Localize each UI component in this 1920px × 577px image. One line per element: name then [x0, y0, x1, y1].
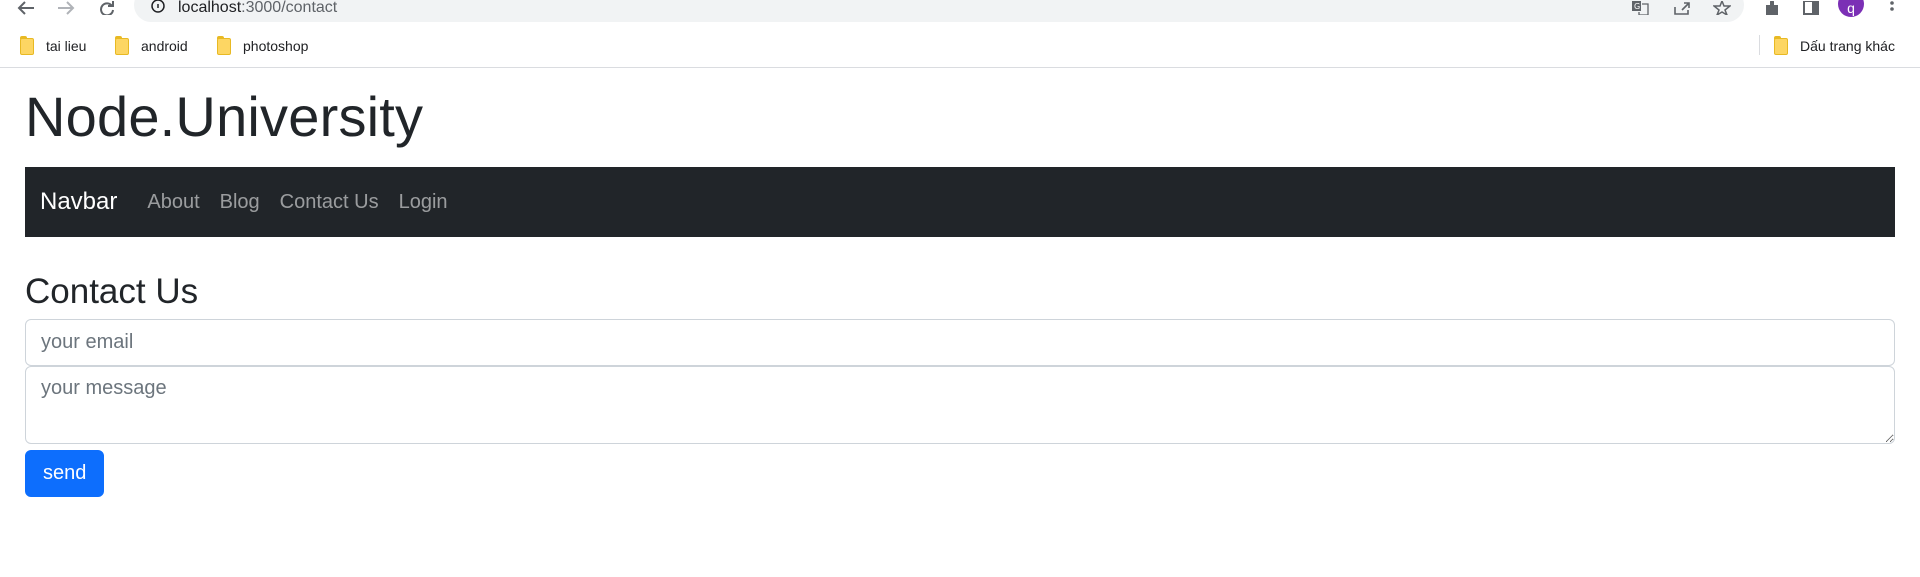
nav-link-contact-us[interactable]: Contact Us [280, 191, 379, 214]
nav-link-blog[interactable]: Blog [220, 191, 260, 214]
send-button[interactable]: send [25, 450, 105, 497]
other-bookmarks[interactable]: Dấu trang khác [1774, 35, 1895, 56]
bookmark-tai-lieu[interactable]: tai lieu [20, 35, 87, 56]
navbar: Navbar About Blog Contact Us Login [25, 167, 1895, 237]
reload-icon[interactable] [97, 0, 117, 16]
bookmark-android[interactable]: android [115, 35, 188, 56]
navbar-brand[interactable]: Navbar [40, 188, 117, 216]
svg-text:G: G [1634, 2, 1640, 11]
side-panel-icon[interactable] [1801, 0, 1821, 16]
star-icon[interactable] [1712, 0, 1732, 16]
url-text[interactable]: localhost:3000/contact [178, 0, 337, 16]
page-content: Node.University Navbar About Blog Contac… [25, 69, 1895, 497]
bookmarks-bar: tai lieu android photoshop Dấu trang khá… [0, 26, 1920, 68]
extensions-icon[interactable] [1762, 0, 1782, 16]
profile-avatar[interactable]: q [1838, 0, 1864, 17]
url-host: localhost [178, 0, 242, 16]
back-icon[interactable] [16, 0, 36, 16]
nav-link-login[interactable]: Login [399, 191, 448, 214]
menu-icon[interactable] [1882, 0, 1902, 16]
forward-icon[interactable] [56, 0, 76, 16]
folder-icon [20, 35, 34, 55]
folder-icon [115, 35, 129, 55]
bookmark-label: tai lieu [46, 38, 87, 54]
share-icon[interactable] [1672, 0, 1692, 16]
message-field[interactable] [25, 366, 1895, 444]
browser-toolbar: localhost:3000/contact G q [0, 0, 1920, 26]
bookmark-label: photoshop [243, 38, 309, 54]
bookmark-label: android [141, 38, 188, 54]
bookmark-label: Dấu trang khác [1800, 38, 1895, 54]
contact-heading: Contact Us [25, 272, 199, 311]
site-info-icon[interactable] [150, 0, 166, 16]
url-path: :3000/contact [241, 0, 338, 16]
site-title: Node.University [25, 85, 424, 148]
email-field[interactable] [25, 319, 1895, 366]
address-bar[interactable]: localhost:3000/contact G [134, 0, 1744, 22]
bookmarks-divider [1759, 35, 1760, 55]
bookmark-photoshop[interactable]: photoshop [217, 35, 309, 56]
translate-icon[interactable]: G [1630, 0, 1650, 16]
folder-icon [1774, 35, 1788, 55]
folder-icon [217, 35, 231, 55]
nav-link-about[interactable]: About [147, 191, 199, 214]
